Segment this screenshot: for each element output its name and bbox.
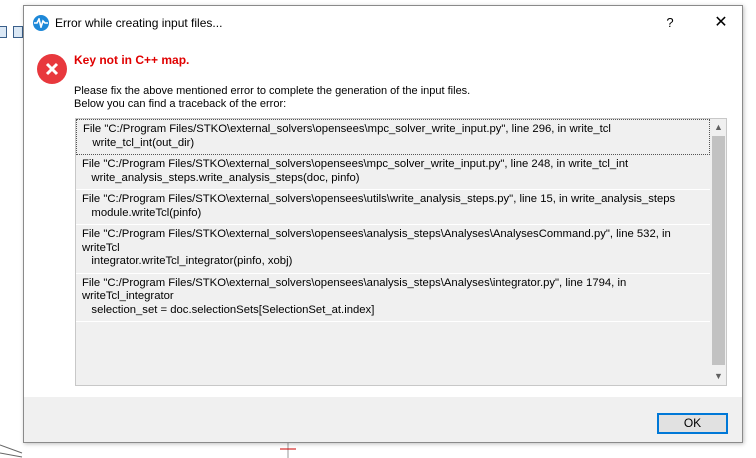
traceback-item[interactable]: File "C:/Program Files/STKO\external_sol…	[76, 155, 710, 190]
traceback-item[interactable]: File "C:/Program Files/STKO\external_sol…	[76, 190, 710, 225]
scroll-thumb[interactable]	[712, 136, 725, 365]
traceback-list[interactable]: File "C:/Program Files/STKO\external_sol…	[75, 118, 727, 386]
traceback-item[interactable]: File "C:/Program Files/STKO\external_sol…	[76, 119, 710, 155]
app-icon	[33, 15, 49, 31]
traceback-item[interactable]: File "C:/Program Files/STKO\external_sol…	[76, 274, 710, 322]
cube-icon	[0, 26, 7, 38]
error-icon	[37, 54, 67, 84]
traceback-intro: Below you can find a traceback of the er…	[74, 98, 287, 110]
dialog-footer: OK	[24, 397, 742, 442]
background-app-panel	[0, 0, 24, 458]
help-button[interactable]: ?	[655, 6, 685, 39]
close-button[interactable]: ✕	[700, 6, 742, 39]
dialog-title: Error while creating input files...	[55, 16, 223, 30]
error-dialog: Error while creating input files... ? ✕ …	[23, 5, 743, 443]
traceback-item[interactable]: File "C:/Program Files/STKO\external_sol…	[76, 225, 710, 274]
dialog-titlebar[interactable]: Error while creating input files... ? ✕	[24, 6, 742, 39]
scroll-up-icon[interactable]: ▲	[710, 119, 726, 136]
dialog-content: Key not in C++ map. Please fix the above…	[24, 39, 742, 397]
error-title: Key not in C++ map.	[74, 53, 190, 67]
ok-button[interactable]: OK	[657, 413, 728, 434]
background-viewport	[0, 443, 756, 458]
scroll-down-icon[interactable]: ▼	[710, 368, 726, 385]
error-message: Please fix the above mentioned error to …	[74, 85, 471, 97]
cube-icon	[13, 26, 23, 38]
vertical-scrollbar[interactable]: ▲ ▼	[710, 119, 726, 385]
